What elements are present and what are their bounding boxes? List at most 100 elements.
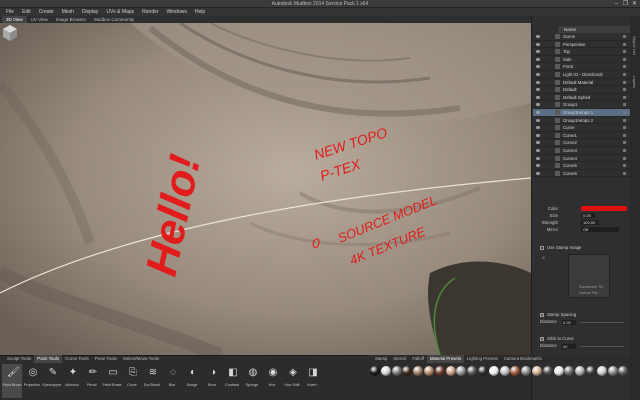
lock-icon[interactable]	[623, 171, 626, 175]
visibility-eye-icon[interactable]	[536, 133, 540, 137]
tool-burn[interactable]: ◑ Burn	[202, 364, 222, 398]
tool-eraser[interactable]: ▭ Paint Erase	[102, 364, 122, 398]
material-preset-sphere[interactable]	[596, 366, 607, 376]
lock-icon[interactable]	[623, 133, 626, 137]
visibility-eye-icon[interactable]	[536, 141, 540, 145]
object-list-row[interactable]: Default Sphed	[533, 94, 630, 102]
lock-icon[interactable]	[623, 42, 626, 46]
object-list-row[interactable]: Curve6	[533, 170, 630, 178]
object-list-row[interactable]: Curve5	[533, 162, 630, 170]
lock-icon[interactable]	[623, 126, 626, 130]
menu-uvs-maps[interactable]: UVs & Maps	[106, 9, 134, 15]
tool-projection[interactable]: ◎ Projection	[22, 364, 42, 398]
tool-blur[interactable]: ◌ Blur	[162, 364, 182, 398]
menu-mesh[interactable]: Mesh	[62, 9, 74, 15]
strength-field[interactable]: 100.00	[581, 220, 599, 225]
material-preset-sphere[interactable]	[607, 366, 618, 376]
visibility-eye-icon[interactable]	[536, 103, 540, 107]
menu-file[interactable]: File	[6, 9, 14, 15]
visibility-eye-icon[interactable]	[536, 110, 540, 114]
side-tab-object-list[interactable]: Object List	[632, 36, 637, 55]
close-button[interactable]: ✕	[630, 0, 639, 8]
lock-icon[interactable]	[623, 50, 626, 54]
tool-dodge[interactable]: ◐ Dodge	[182, 364, 202, 398]
lock-icon[interactable]	[623, 80, 626, 84]
object-list-row[interactable]: Curve1	[533, 132, 630, 140]
material-preset-sphere[interactable]	[434, 366, 445, 376]
visibility-eye-icon[interactable]	[536, 50, 540, 54]
material-preset-sphere[interactable]	[532, 366, 542, 376]
lock-icon[interactable]	[623, 65, 626, 69]
tab-3d-view[interactable]: 3D View	[2, 16, 27, 23]
lock-icon[interactable]	[623, 164, 626, 168]
object-list-row[interactable]: Default Material	[533, 79, 630, 87]
distance-field[interactable]: 6.25	[562, 320, 576, 325]
tool-paint-brush[interactable]: 🖌 Paint Brush	[2, 364, 22, 398]
tool-contrast[interactable]: ◧ Contrast	[222, 364, 242, 398]
object-list-row[interactable]: Side	[533, 56, 630, 64]
object-list-row[interactable]: Curve2	[533, 139, 630, 147]
material-preset-sphere[interactable]	[370, 366, 380, 376]
tab-pose-tools[interactable]: Pose Tools	[92, 355, 120, 363]
tool-dry-brush[interactable]: ≋ Dry Brush	[142, 364, 162, 398]
lock-icon[interactable]	[623, 110, 626, 114]
menu-windows[interactable]: Windows	[167, 9, 187, 15]
material-preset-sphere[interactable]	[618, 366, 629, 376]
object-list-row[interactable]: Curve	[533, 124, 630, 132]
tab-material-presets[interactable]: Material Presets	[426, 355, 464, 363]
material-preset-sphere[interactable]	[521, 366, 532, 376]
visibility-eye-icon[interactable]	[536, 118, 540, 122]
lock-icon[interactable]	[623, 148, 626, 152]
object-list-row[interactable]: Light 01 - Directional	[533, 71, 630, 79]
view-cube-icon[interactable]	[0, 23, 20, 43]
tool-airbrush[interactable]: ✦ Airbrush	[62, 364, 82, 398]
tool-eyedropper[interactable]: ✎ Eyedropper	[42, 364, 62, 398]
tab-stencil[interactable]: Stencil	[390, 355, 409, 363]
visibility-eye-icon[interactable]	[536, 126, 540, 130]
tab-sculpt-tools[interactable]: Sculpt Tools	[4, 355, 34, 363]
object-list-row[interactable]: Curve4	[533, 155, 630, 163]
stick-curve-checkbox[interactable]	[540, 337, 544, 341]
tab-paint-tools[interactable]: Paint Tools	[34, 355, 63, 363]
tab-curve-tools[interactable]: Curve Tools	[62, 355, 92, 363]
tool-hue-shift[interactable]: ◈ Hue Shift	[282, 364, 302, 398]
lock-icon[interactable]	[623, 103, 626, 107]
tool-clone[interactable]: ⎘ Clone	[122, 364, 142, 398]
lock-icon[interactable]	[623, 118, 626, 122]
object-list-row[interactable]: Front	[533, 63, 630, 71]
material-preset-sphere[interactable]	[402, 366, 413, 376]
tab-uv-view[interactable]: UV View	[27, 16, 52, 23]
material-preset-sphere[interactable]	[380, 366, 391, 376]
lock-icon[interactable]	[623, 156, 626, 160]
material-preset-sphere[interactable]	[467, 366, 478, 376]
distance-slider[interactable]	[580, 322, 624, 323]
menu-display[interactable]: Display	[82, 9, 98, 15]
menu-create[interactable]: Create	[39, 9, 54, 15]
visibility-eye-icon[interactable]	[536, 164, 540, 168]
visibility-eye-icon[interactable]	[536, 72, 540, 76]
object-list-row[interactable]: Default	[533, 86, 630, 94]
visibility-eye-icon[interactable]	[536, 65, 540, 69]
material-preset-sphere[interactable]	[586, 366, 596, 376]
lock-icon[interactable]	[623, 72, 626, 76]
menu-edit[interactable]: Edit	[22, 9, 31, 15]
tab-select-move-tools[interactable]: Select/Move Tools	[120, 355, 162, 363]
visibility-eye-icon[interactable]	[536, 148, 540, 152]
object-list-row[interactable]: Scene	[533, 33, 630, 41]
material-preset-sphere[interactable]	[456, 366, 467, 376]
distance2-field[interactable]: 40	[562, 344, 576, 349]
object-list-row[interactable]: Group1	[533, 101, 630, 109]
material-preset-sphere[interactable]	[488, 366, 499, 376]
material-preset-sphere[interactable]	[542, 366, 553, 376]
color-swatch[interactable]	[581, 206, 627, 211]
material-preset-sphere[interactable]	[391, 366, 402, 376]
stamp-grid-icon[interactable]: ⊞	[542, 256, 545, 260]
side-tab-layers[interactable]: Layers	[632, 76, 637, 88]
lock-icon[interactable]	[623, 88, 626, 92]
visibility-eye-icon[interactable]	[536, 35, 540, 38]
material-preset-sphere[interactable]	[510, 366, 521, 376]
material-preset-sphere[interactable]	[424, 366, 434, 376]
material-preset-sphere[interactable]	[553, 366, 564, 376]
tab-mudbox-community[interactable]: Mudbox Community	[90, 16, 138, 23]
material-preset-sphere[interactable]	[445, 366, 456, 376]
